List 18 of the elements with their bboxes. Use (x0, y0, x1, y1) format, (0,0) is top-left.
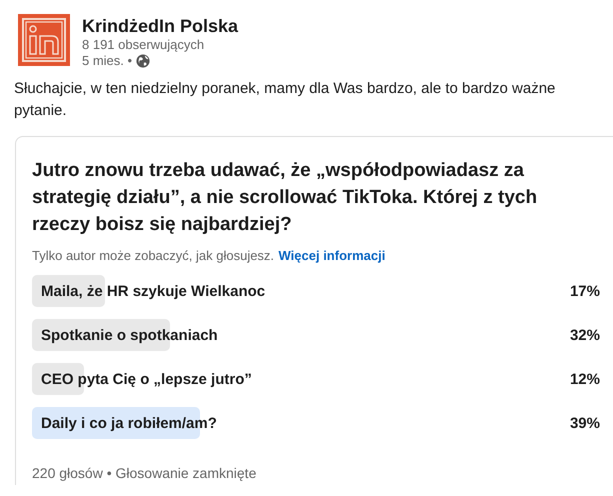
globe-icon (136, 54, 150, 68)
option-label: Spotkanie o spotkaniach (40, 326, 218, 344)
post-text: Słuchajcie, w ten niedzielny poranek, mamy dla Was bardzo, ale to bardzo ważne pytanie. (13, 79, 556, 121)
option-label: Daily i co ja robiłem/am? (40, 414, 217, 432)
author-name[interactable]: KrindżedIn Polska (82, 15, 238, 37)
privacy-note: Tylko autor może zobaczyć, jak głosujesz. (32, 248, 274, 263)
post-time: 5 mies. • (82, 53, 132, 69)
option-percent: 39% (568, 414, 600, 432)
poll-footer: 220 głosów • Głosowanie zamknięte (32, 465, 600, 481)
logo-icon (18, 14, 70, 66)
option-percent: 17% (568, 282, 600, 300)
option-label: CEO pyta Cię o „lepsze jutro” (40, 370, 252, 388)
option-percent: 32% (568, 326, 600, 344)
poll-question: Jutro znowu trzeba udawać, że „współodpowiadasz za strategię działu”, a nie scrollować TikToka. Której z tych rzeczy boisz się najbardziej? (32, 159, 538, 237)
more-info-link[interactable]: Więcej informacji (278, 248, 386, 263)
option-percent: 12% (568, 370, 600, 388)
follower-count: 8 191 obserwujących (82, 37, 206, 53)
option-label: Maila, że HR szykuje Wielkanoc (40, 282, 266, 300)
